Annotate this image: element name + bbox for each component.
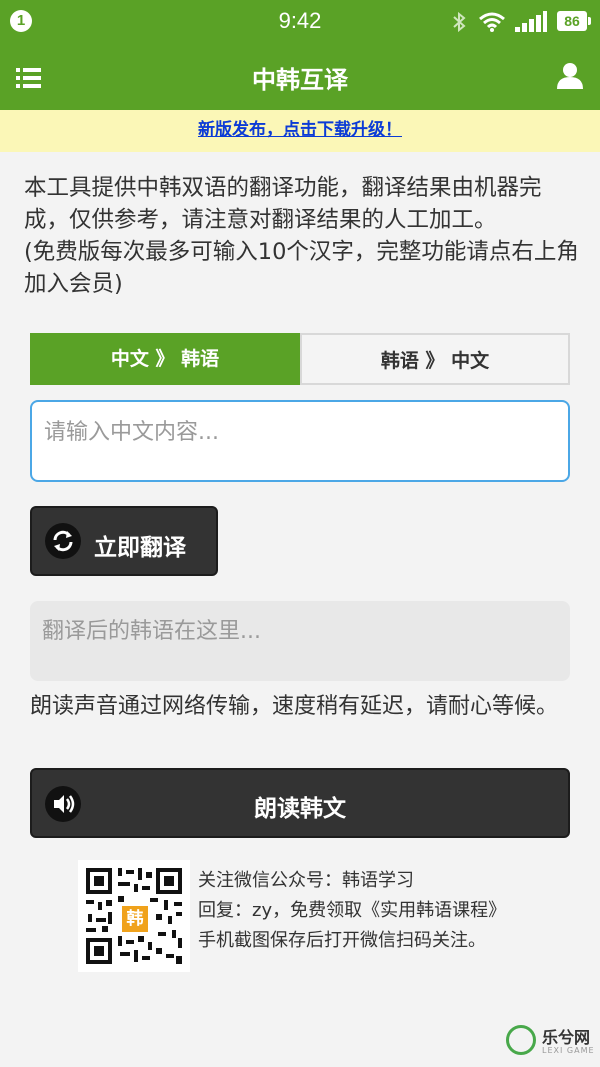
signal-icon xyxy=(515,11,547,32)
update-link[interactable]: 新版发布，点击下载升级！ xyxy=(198,120,402,140)
user-icon xyxy=(557,63,583,89)
menu-button[interactable] xyxy=(14,62,46,94)
bluetooth-icon xyxy=(453,11,466,33)
read-aloud-note: 朗读声音通过网络传输，速度稍有延迟，请耐心等候。 xyxy=(30,694,559,719)
status-time: 9:42 xyxy=(278,8,322,33)
qr-logo-badge: 韩 xyxy=(120,904,150,934)
translate-button-label: 立即翻译 xyxy=(94,535,186,561)
tool-description: 本工具提供中韩双语的翻译功能，翻译结果由机器完成，仅供参考，请注意对翻译结果的人… xyxy=(24,172,584,300)
direction-tabs: 中文 》 韩语 韩语 》 中文 xyxy=(30,333,570,387)
wechat-line-scan: 手机截图保存后打开微信扫码关注。 xyxy=(198,930,486,951)
watermark-subtext: LEXI GAME xyxy=(542,1046,595,1055)
status-bar: 1 9:42 86 xyxy=(0,0,600,44)
wechat-line-account: 关注微信公众号：韩语学习 xyxy=(198,870,414,891)
update-notice-banner: 新版发布，点击下载升级！ xyxy=(0,110,600,152)
wechat-instructions: 关注微信公众号：韩语学习 回复：zy，免费领取《实用韩语课程》 手机截图保存后打… xyxy=(198,866,588,956)
chinese-input[interactable] xyxy=(30,400,570,482)
tab-chinese-to-korean[interactable]: 中文 》 韩语 xyxy=(30,333,300,385)
wifi-icon xyxy=(479,12,505,32)
list-icon xyxy=(16,68,41,88)
korean-output[interactable] xyxy=(30,601,570,681)
translate-button[interactable]: 立即翻译 xyxy=(30,506,218,576)
wechat-line-reply: 回复：zy，免费领取《实用韩语课程》 xyxy=(198,900,507,921)
refresh-icon xyxy=(45,523,81,559)
page-title: 中韩互译 xyxy=(252,66,348,94)
tab-korean-to-chinese[interactable]: 韩语 》 中文 xyxy=(300,333,570,385)
watermark-text: 乐兮网 xyxy=(542,1028,591,1047)
user-button[interactable] xyxy=(554,60,586,92)
read-button-label: 朗读韩文 xyxy=(254,796,346,822)
free-version-note: (免费版每次最多可输入10个汉字，完整功能请点右上角加入会员) xyxy=(24,239,579,297)
app-header: 中韩互译 xyxy=(0,44,600,110)
read-korean-button[interactable]: 朗读韩文 xyxy=(30,768,570,838)
battery-indicator: 86 xyxy=(557,11,591,31)
leaf-icon xyxy=(506,1025,536,1055)
description-text: 本工具提供中韩双语的翻译功能，翻译结果由机器完成，仅供参考，请注意对翻译结果的人… xyxy=(24,175,542,233)
wechat-qr-code: 韩 xyxy=(78,860,190,972)
watermark-logo: 乐兮网 LEXI GAME xyxy=(500,1022,600,1067)
